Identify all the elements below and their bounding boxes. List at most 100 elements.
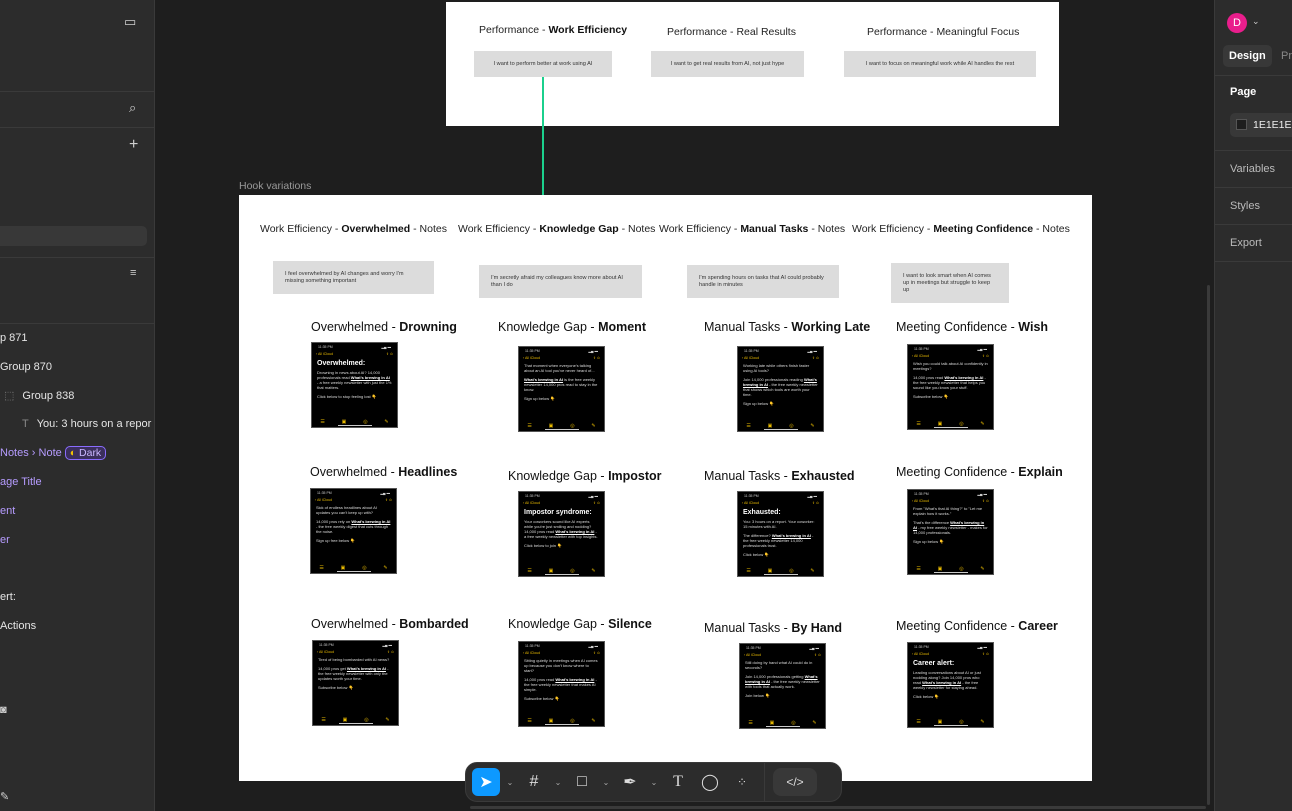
share-icon: ⇪ ⊙ [981, 652, 989, 656]
note-box[interactable]: I want to get real results from AI, not … [651, 51, 804, 77]
layer-row[interactable]: p 871 [0, 332, 28, 344]
notes-nav: ‹ All iCloud ⇪ ⊙ [742, 501, 819, 505]
newsletter-link: What's brewing in AI [944, 375, 984, 380]
styles-section[interactable]: Styles [1230, 200, 1260, 212]
horizontal-scrollbar[interactable] [470, 806, 1206, 809]
note-box[interactable]: I want to perform better at work using A… [474, 51, 612, 77]
rectangle-icon: □ [577, 773, 587, 790]
phone-mockup[interactable]: 11:35 PM ▂▄ ▬ ‹ All iCloud ⇪ ⊙ Overwhelmed:… [311, 342, 398, 428]
pen-icon: ✒ [623, 774, 637, 791]
phone-mockup[interactable]: 11:35 PM ▂▄ ▬ ‹ All iCloud ⇪ ⊙ Working late… [737, 346, 824, 432]
page-color-value[interactable]: 1E1E1E [1253, 119, 1292, 131]
notes-nav: ‹ All iCloud ⇪ ⊙ [523, 501, 600, 505]
phone-mockup[interactable]: 11:35 PM ▂▄ ▬ ‹ All iCloud ⇪ ⊙ From "What's… [907, 489, 994, 575]
layer-row[interactable]: age Title [0, 476, 42, 488]
share-icon: ⇪ ⊙ [386, 650, 394, 654]
phone-mockup[interactable]: 11:35 PM ▂▄ ▬ ‹ All iCloud ⇪ ⊙ Impostor syn… [518, 491, 605, 577]
move-tool-button[interactable]: ➤ [472, 768, 500, 796]
search-icon[interactable]: ⌕ [129, 100, 136, 116]
note-box[interactable]: I feel overwhelmed by AI changes and wor… [273, 261, 434, 294]
phone-mockup[interactable]: 11:35 PM ▂▄ ▬ ‹ All iCloud ⇪ ⊙ Exhausted: Yo… [737, 491, 824, 577]
chevron-down-icon[interactable]: ⌄ [648, 778, 660, 787]
export-section[interactable]: Export [1230, 237, 1262, 249]
frame-label[interactable]: Hook variations [239, 180, 311, 192]
comment-tool-button[interactable]: ◯ [696, 768, 724, 796]
avatar[interactable]: D [1227, 13, 1247, 33]
pen-tool-button[interactable]: ✒ [616, 768, 644, 796]
chevron-down-icon[interactable]: ⌄ [552, 778, 564, 787]
dev-mode-toggle[interactable]: </> [773, 768, 817, 796]
note-paragraph: Sign up below 👇 [524, 396, 556, 401]
note-paragraph: Sign up below 👇 [743, 401, 775, 406]
note-paragraph: That moment when everyone's talking abou… [524, 363, 595, 373]
note-box[interactable]: I'm spending hours on tasks that AI coul… [687, 265, 839, 298]
hook-title: Meeting Confidence - Explain [896, 465, 1063, 479]
color-swatch[interactable] [1236, 119, 1247, 130]
moon-icon: ◐ [69, 447, 77, 459]
selected-page-row[interactable] [0, 226, 147, 246]
note-box[interactable]: I want to look smart when AI comes up in… [891, 263, 1009, 303]
phone-mockup[interactable]: 11:35 PM ▂▄ ▬ ‹ All iCloud ⇪ ⊙ That moment … [518, 346, 605, 432]
phone-mockup[interactable]: 11:35 PM ▂▄ ▬ ‹ All iCloud ⇪ ⊙ Career alert… [907, 642, 994, 728]
signal-battery-icon: ▂▄ ▬ [381, 345, 391, 349]
home-indicator [763, 574, 798, 575]
note-paragraph: Click below 👇 [913, 694, 940, 699]
home-indicator [544, 724, 579, 725]
layer-row[interactable]: ⬚ Group 838 [4, 389, 74, 402]
layer-row[interactable]: ert: [0, 591, 16, 603]
newsletter-link: What's brewing in AI [913, 520, 985, 530]
hook-title: Manual Tasks - By Hand [704, 621, 843, 635]
layer-row[interactable]: er [0, 534, 10, 546]
variables-section[interactable]: Variables [1230, 163, 1275, 175]
page-color-field[interactable]: 1E1E1E [1230, 113, 1292, 137]
shape-tool-button[interactable]: □ [568, 768, 596, 796]
chevron-down-icon[interactable]: ⌄ [600, 778, 612, 787]
note-box[interactable]: I'm secretly afraid my colleagues know m… [479, 265, 642, 298]
hook-title: Overwhelmed - Bombarded [311, 617, 469, 631]
sidebar-toggle-icon[interactable]: ▭ [124, 14, 136, 30]
add-page-icon[interactable]: + [129, 136, 138, 154]
chevron-down-icon[interactable]: ⌄ [504, 778, 516, 787]
connector-line[interactable] [542, 77, 544, 195]
layer-label: ert: [0, 591, 16, 603]
vertical-scrollbar[interactable] [1207, 285, 1210, 805]
share-icon: ⇪ ⊙ [384, 498, 392, 502]
layer-row[interactable]: ent [0, 505, 15, 517]
newsletter-link: What's brewing in AI [922, 680, 962, 685]
share-icon: ⇪ ⊙ [811, 501, 819, 505]
text-tool-button[interactable]: T [664, 768, 692, 796]
phone-mockup[interactable]: 11:35 PM ▂▄ ▬ ‹ All iCloud ⇪ ⊙ Sick of endl… [310, 488, 397, 574]
note-paragraph: Leading conversations about AI or just n… [913, 670, 981, 690]
status-bar: 11:35 PM ▂▄ ▬ [744, 494, 817, 498]
phone-mockup[interactable]: 11:35 PM ▂▄ ▬ ‹ All iCloud ⇪ ⊙ Wish you cou… [907, 344, 994, 430]
code-icon: </> [786, 775, 804, 789]
notes-nav: ‹ All iCloud ⇪ ⊙ [317, 650, 394, 654]
layer-row[interactable]: Group 870 [0, 361, 52, 373]
text-layer-icon: T [22, 418, 29, 430]
phone-mockup[interactable]: 11:35 PM ▂▄ ▬ ‹ All iCloud ⇪ ⊙ Tired of bei… [312, 640, 399, 726]
layer-row[interactable]: T You: 3 hours on a repor [22, 418, 151, 430]
collapse-layers-icon[interactable]: ≡ [130, 267, 136, 279]
tab-design[interactable]: Design [1223, 45, 1272, 67]
signal-battery-icon: ▂▄ ▬ [977, 645, 987, 649]
note-paragraph: Sign up below 👇 [913, 539, 945, 544]
note-heading: Career alert: [913, 660, 955, 667]
layer-row[interactable]: Actions [0, 620, 36, 632]
note-box[interactable]: I want to focus on meaningful work while… [844, 51, 1036, 77]
phone-mockup[interactable]: 11:35 PM ▂▄ ▬ ‹ All iCloud ⇪ ⊙ Sitting quie… [518, 641, 605, 727]
hook-variations-frame[interactable]: Work Efficiency - Overwhelmed - Notes I f… [239, 195, 1092, 781]
share-icon: ⇪ ⊙ [813, 653, 821, 657]
signal-battery-icon: ▂▄ ▬ [588, 644, 598, 648]
tab-prototype[interactable]: Pr [1281, 45, 1292, 67]
frame-tool-button[interactable]: # [520, 768, 548, 796]
performance-frame[interactable]: Performance - Work Efficiency Performanc… [446, 2, 1059, 126]
phone-mockup[interactable]: 11:35 PM ▂▄ ▬ ‹ All iCloud ⇪ ⊙ Still doing … [739, 643, 826, 729]
home-indicator [337, 425, 372, 426]
note-paragraph: Join below 👇 [745, 693, 770, 698]
note-paragraph: From "What's that AI thing?" to "Let me … [913, 506, 983, 516]
layers-panel: ▭ ⌕ + ≡ p 871 Group 870 ⬚ Group 838 T You:… [0, 0, 155, 811]
actions-button[interactable]: ⁘ [728, 768, 756, 796]
chevron-down-icon[interactable]: ⌄ [1252, 16, 1260, 27]
edit-icon[interactable]: ✎ [0, 790, 9, 803]
layer-row[interactable]: Notes › Note ◐ Dark [0, 446, 107, 460]
